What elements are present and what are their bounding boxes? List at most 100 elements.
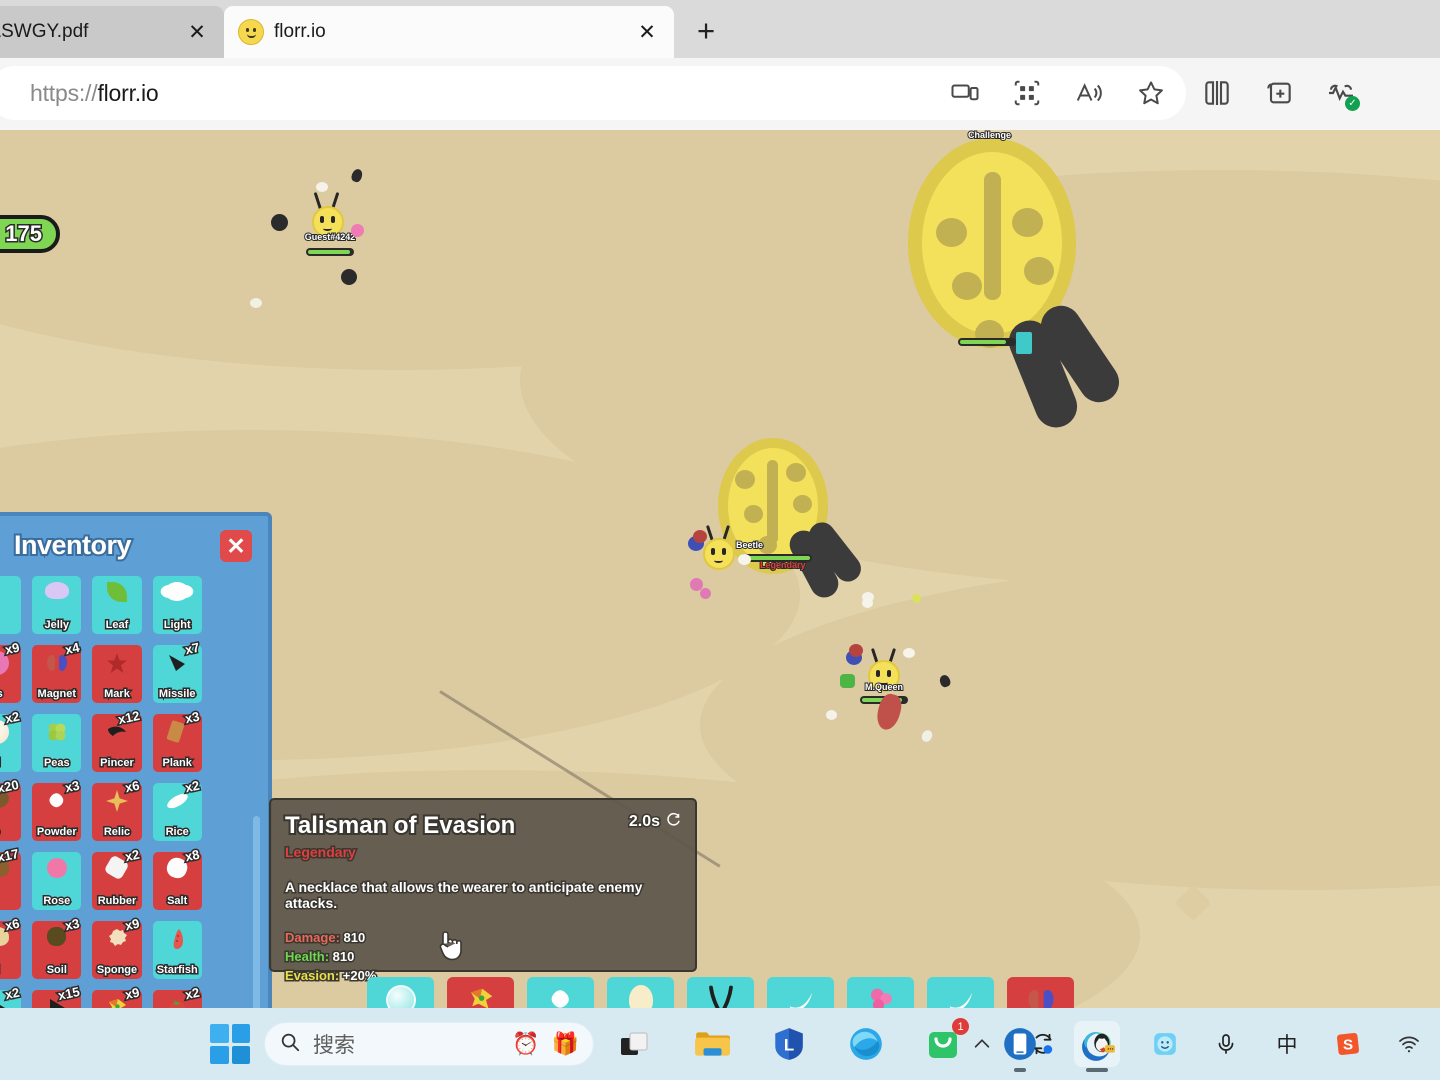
inventory-scrollbar[interactable] — [253, 816, 260, 1008]
inventory-slot[interactable]: Mark — [92, 645, 142, 703]
store-icon[interactable]: 1 — [920, 1018, 969, 1067]
petal-shape — [862, 598, 873, 608]
hotbar-slot[interactable]: Wing — [927, 977, 994, 1008]
petal-orb — [912, 594, 921, 603]
petal-orb — [693, 530, 707, 543]
tab-pdf[interactable]: 5LSWGY.pdf ✕ — [0, 6, 224, 58]
wechat-icon[interactable] — [1148, 1027, 1182, 1061]
start-button[interactable] — [210, 1024, 250, 1064]
add-collection-icon[interactable] — [1262, 76, 1296, 110]
inventory-slot[interactable] — [0, 576, 22, 634]
hotbar-slot[interactable]: Bubble — [367, 977, 434, 1008]
inventory-slot[interactable]: Rose — [32, 852, 82, 910]
lenovo-icon[interactable]: L — [766, 1021, 812, 1067]
inventory-slot[interactable]: Magnet x4 — [32, 638, 82, 703]
inventory-slot[interactable]: erx2 — [0, 983, 22, 1008]
inventory-slot[interactable]: Sponge x9 — [92, 914, 142, 979]
inventory-panel[interactable]: Inventory ✕ JellyLeafLightasx9Magnetx4Ma… — [0, 512, 272, 1008]
inventory-slot[interactable]: Jelly — [32, 576, 82, 634]
gift-icon[interactable]: 🎁 — [552, 1031, 579, 1057]
file-explorer-icon[interactable] — [689, 1021, 735, 1067]
inventory-slot[interactable]: as x9 — [0, 638, 22, 703]
inventory-slot[interactable]: llx6 — [0, 914, 22, 979]
inventory-slot[interactable]: Pincer x12 — [92, 706, 142, 772]
sogou-icon[interactable]: S — [1331, 1027, 1365, 1061]
tooltip-stat-value: 810 — [342, 929, 367, 947]
tooltip-stat-row: Damage: 810 — [284, 928, 681, 947]
ime-chinese-icon[interactable]: 中 — [1270, 1027, 1304, 1061]
petal-orb — [351, 224, 364, 237]
address-bar[interactable]: https://florr.io — [0, 66, 1186, 120]
inventory-slot[interactable]: Soil x3 — [32, 914, 82, 979]
split-screen-icon[interactable] — [1200, 76, 1234, 110]
inventory-slot[interactable]: Salt x8 — [152, 845, 203, 910]
taskbar-search-box[interactable]: 搜索 ⏰ 🎁 — [264, 1022, 594, 1066]
inventory-slot-label: Leaf — [104, 618, 130, 633]
browser-window: 5LSWGY.pdf ✕ florr.io ✕ + https://florr.… — [0, 0, 1440, 1008]
inventory-slot[interactable]: Relic x6 — [92, 776, 142, 841]
inventory-slot[interactable]: Peas — [32, 714, 82, 772]
entity-name: Beetle — [735, 539, 764, 551]
hotbar-slot[interactable]: Antennae — [687, 977, 754, 1008]
tab-florr[interactable]: florr.io ✕ — [224, 6, 674, 58]
hotbar-slot[interactable]: Magnet — [1007, 977, 1074, 1008]
inventory-slot[interactable]: tx17 — [0, 844, 22, 910]
cast-device-icon[interactable] — [948, 76, 982, 110]
inventory-slot-label: Salt — [166, 894, 189, 909]
inventory-slot[interactable]: Tomatox2 — [152, 983, 203, 1008]
wifi-icon[interactable] — [1392, 1027, 1426, 1061]
tooltip-stat-key: Evasion: — [284, 967, 343, 985]
hotbar-slot[interactable]: Talisman — [447, 977, 514, 1008]
cooldown-value: 2.0s — [627, 812, 661, 832]
read-aloud-icon[interactable] — [1072, 76, 1106, 110]
tooltip-description: A necklace that allows the wearer to ant… — [284, 878, 644, 913]
mouse-cursor — [436, 928, 464, 962]
sync-icon[interactable] — [1026, 1027, 1060, 1061]
collections-grid-icon[interactable] — [1010, 76, 1044, 110]
score-badge: 175 — [0, 215, 60, 253]
microphone-icon[interactable] — [1209, 1027, 1243, 1061]
peas-icon — [32, 720, 81, 749]
mark-icon — [92, 651, 141, 680]
inventory-slot-label: Magnet — [36, 687, 77, 702]
inventory-slot[interactable]: Stingerx15 — [32, 982, 82, 1008]
secure-check-badge: ✓ — [1345, 96, 1360, 111]
alarm-clock-icon[interactable]: ⏰ — [512, 1031, 539, 1057]
close-icon[interactable]: ✕ — [184, 19, 210, 45]
inventory-slot[interactable]: Talismanx9 — [92, 983, 142, 1008]
hotbar-slot[interactable]: Dahlia — [847, 977, 914, 1008]
inventory-slot[interactable]: Missile x7 — [152, 638, 203, 703]
hotbar-primary[interactable]: Bubble Talisman Powder Egg Antennae Wing Dahli… — [367, 977, 1074, 1008]
show-hidden-icons-icon[interactable] — [965, 1027, 999, 1061]
url-host: florr.io — [97, 79, 159, 106]
qq-icon[interactable] — [1087, 1027, 1121, 1061]
antennae-icon — [687, 985, 754, 1008]
inventory-slot[interactable]: Powder x3 — [32, 776, 82, 841]
tooltip-stat-key: Damage: — [284, 929, 344, 947]
task-view-icon[interactable] — [612, 1021, 658, 1067]
inventory-slot[interactable]: Starfish — [152, 921, 202, 979]
hotbar-slot[interactable]: Powder — [527, 977, 594, 1008]
inventory-slot[interactable]: ox20 — [0, 775, 22, 841]
close-icon[interactable]: ✕ — [220, 530, 252, 562]
hotbar-slot[interactable]: Wing — [767, 977, 834, 1008]
search-input[interactable]: 搜索 — [313, 1029, 500, 1059]
entity-rarity: Legendary — [759, 559, 806, 571]
favorite-star-icon[interactable] — [1134, 76, 1168, 110]
inventory-slot[interactable]: rlx2 — [0, 707, 22, 772]
inventory-slot-count: x2 — [2, 707, 22, 728]
petal-orb — [700, 588, 711, 599]
inventory-slot[interactable]: Light — [152, 576, 202, 634]
inventory-slot[interactable]: Rubber x2 — [92, 845, 142, 910]
hotbar-slot[interactable]: Egg — [607, 977, 674, 1008]
inventory-slot[interactable]: Leaf — [92, 576, 142, 634]
inventory-slot-label: Pincer — [99, 756, 136, 771]
new-tab-button[interactable]: + — [684, 10, 728, 52]
game-canvas[interactable]: 175 Challenge Guest#4242 Beetle Legendar… — [0, 130, 1440, 1008]
inventory-slot[interactable]: Rice x2 — [152, 776, 203, 841]
inventory-slot[interactable]: Plank x3 — [152, 707, 203, 772]
browser-essentials-icon[interactable]: ✓ — [1324, 76, 1360, 111]
close-icon[interactable]: ✕ — [634, 19, 660, 45]
talisman-icon — [447, 985, 514, 1008]
edge-beta-icon[interactable] — [843, 1021, 889, 1067]
